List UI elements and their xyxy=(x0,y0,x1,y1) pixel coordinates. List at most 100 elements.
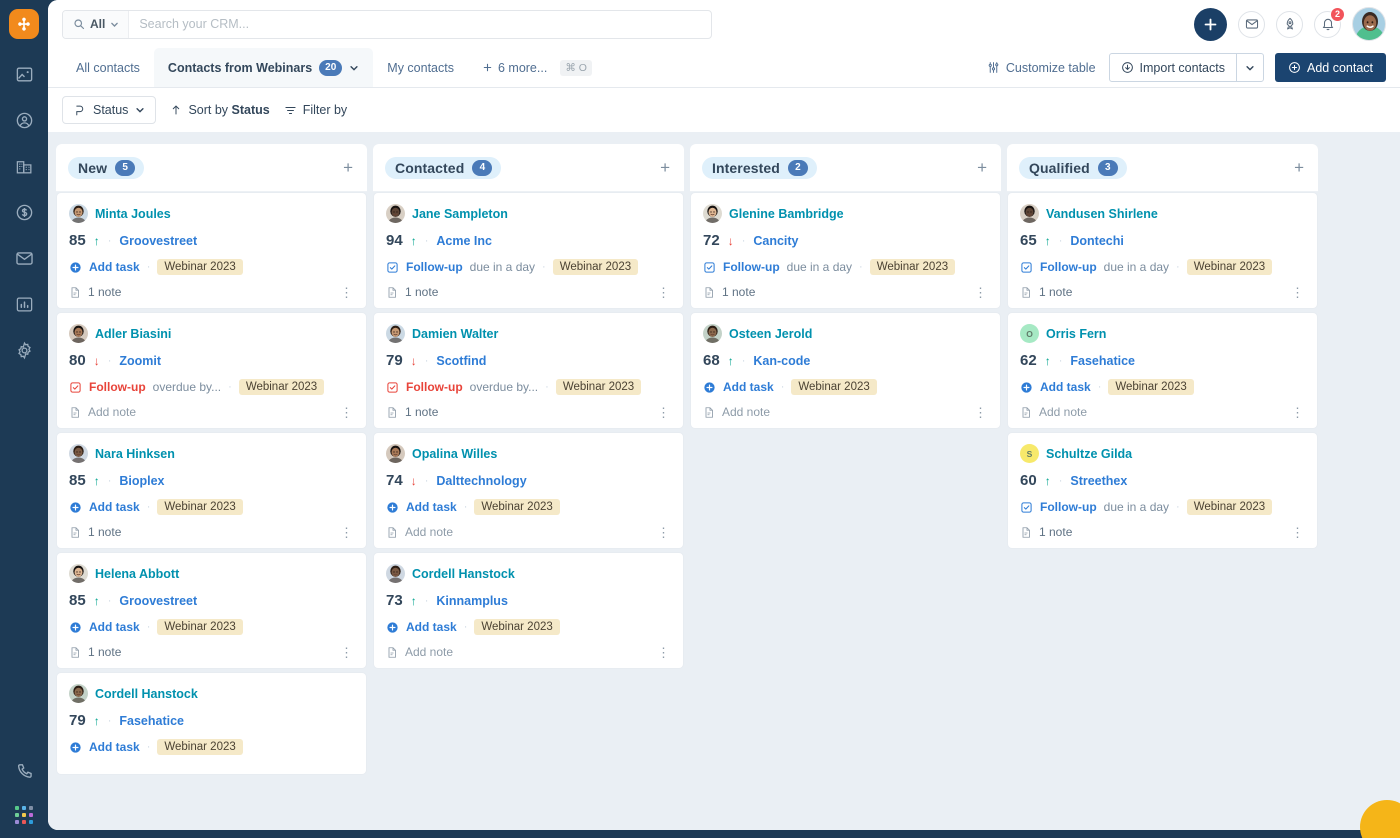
source-tag[interactable]: Webinar 2023 xyxy=(157,259,243,275)
source-tag[interactable]: Webinar 2023 xyxy=(474,499,560,515)
contact-card[interactable]: O Orris Fern 62 ↑ · Fasehatice Add task · Webina… xyxy=(1007,312,1318,429)
note-label[interactable]: 1 note xyxy=(405,405,438,419)
company-name[interactable]: Scotfind xyxy=(436,354,486,368)
card-menu-button[interactable]: ⋮ xyxy=(340,286,354,299)
source-tag[interactable]: Webinar 2023 xyxy=(238,379,325,395)
task-icon[interactable] xyxy=(386,621,399,634)
task-icon[interactable] xyxy=(69,261,82,274)
customize-table-button[interactable]: Customize table xyxy=(985,61,1098,75)
company-name[interactable]: Dalttechnology xyxy=(436,474,526,488)
search-scope-dropdown[interactable]: All xyxy=(63,10,130,38)
column-add-card-button[interactable]: + xyxy=(343,159,353,176)
contact-card[interactable]: Nara Hinksen 85 ↑ · Bioplex Add task · Webinar … xyxy=(56,432,367,549)
card-menu-button[interactable]: ⋮ xyxy=(974,406,988,419)
contact-name[interactable]: Jane Sampleton xyxy=(412,207,508,221)
quick-create-button[interactable] xyxy=(1194,7,1227,41)
card-menu-button[interactable]: ⋮ xyxy=(657,646,671,659)
note-label[interactable]: 1 note xyxy=(88,645,121,659)
contact-card[interactable]: S Schultze Gilda 60 ↑ · Streethex Follow-up due… xyxy=(1007,432,1318,549)
column-add-card-button[interactable]: + xyxy=(660,159,670,176)
contact-name[interactable]: Osteen Jerold xyxy=(729,327,812,341)
task-icon[interactable] xyxy=(69,621,82,634)
contact-name[interactable]: Minta Joules xyxy=(95,207,171,221)
phone-icon[interactable] xyxy=(11,758,37,784)
note-label[interactable]: 1 note xyxy=(405,285,438,299)
source-tag[interactable]: Webinar 2023 xyxy=(552,259,639,275)
task-label[interactable]: Follow-up xyxy=(406,260,463,274)
company-name[interactable]: Streethex xyxy=(1070,474,1127,488)
task-label[interactable]: Add task xyxy=(723,380,774,394)
column-add-card-button[interactable]: + xyxy=(1294,159,1304,176)
source-tag[interactable]: Webinar 2023 xyxy=(1186,499,1273,515)
company-name[interactable]: Acme Inc xyxy=(436,234,492,248)
user-avatar[interactable] xyxy=(1352,7,1386,41)
contact-card[interactable]: Minta Joules 85 ↑ · Groovestreet Add task · Web… xyxy=(56,192,367,309)
contact-card[interactable]: Opalina Willes 74 ↓ · Dalttechnology Add task… xyxy=(373,432,684,549)
company-name[interactable]: Zoomit xyxy=(119,354,161,368)
sidebar-item-deals[interactable] xyxy=(11,199,37,225)
sidebar-item-dashboard[interactable] xyxy=(11,61,37,87)
company-name[interactable]: Groovestreet xyxy=(119,594,197,608)
contact-card[interactable]: Cordell Hanstock 79 ↑ · Fasehatice Add task · W… xyxy=(56,672,367,775)
task-icon[interactable] xyxy=(69,381,82,394)
source-tag[interactable]: Webinar 2023 xyxy=(1108,379,1194,395)
contact-card[interactable]: Osteen Jerold 68 ↑ · Kan-code Add task · Webina… xyxy=(690,312,1001,429)
task-label[interactable]: Add task xyxy=(89,620,140,634)
card-menu-button[interactable]: ⋮ xyxy=(340,646,354,659)
note-label[interactable]: Add note xyxy=(722,405,770,419)
task-label[interactable]: Follow-up xyxy=(723,260,780,274)
note-label[interactable]: 1 note xyxy=(722,285,755,299)
company-name[interactable]: Fasehatice xyxy=(1070,354,1135,368)
sidebar-item-companies[interactable] xyxy=(11,153,37,179)
card-menu-button[interactable]: ⋮ xyxy=(1291,406,1305,419)
source-tag[interactable]: Webinar 2023 xyxy=(157,739,243,755)
source-tag[interactable]: Webinar 2023 xyxy=(869,259,956,275)
card-menu-button[interactable]: ⋮ xyxy=(657,286,671,299)
import-contacts-button[interactable]: Import contacts xyxy=(1110,54,1236,81)
card-menu-button[interactable]: ⋮ xyxy=(657,406,671,419)
card-menu-button[interactable]: ⋮ xyxy=(1291,526,1305,539)
note-label[interactable]: 1 note xyxy=(88,525,121,539)
chevron-down-icon[interactable] xyxy=(349,63,359,73)
task-icon[interactable] xyxy=(703,381,716,394)
card-menu-button[interactable]: ⋮ xyxy=(974,286,988,299)
note-label[interactable]: Add note xyxy=(1039,405,1087,419)
task-icon[interactable] xyxy=(386,381,399,394)
notifications-button[interactable]: 2 xyxy=(1314,6,1345,38)
upgrade-rocket-button[interactable] xyxy=(1276,10,1303,38)
contact-name[interactable]: Opalina Willes xyxy=(412,447,497,461)
task-label[interactable]: Add task xyxy=(89,500,140,514)
note-label[interactable]: Add note xyxy=(405,525,453,539)
task-icon[interactable] xyxy=(1020,261,1033,274)
sidebar-item-reports[interactable] xyxy=(11,291,37,317)
task-icon[interactable] xyxy=(69,741,82,754)
filter-by-button[interactable]: Filter by xyxy=(284,103,347,117)
tab-more-views[interactable]: 6 more... ⌘ O xyxy=(468,48,606,87)
task-label[interactable]: Follow-up xyxy=(1040,500,1097,514)
task-icon[interactable] xyxy=(1020,501,1033,514)
tab-all-contacts[interactable]: All contacts xyxy=(62,48,154,87)
sidebar-item-email[interactable] xyxy=(11,245,37,271)
source-tag[interactable]: Webinar 2023 xyxy=(791,379,877,395)
apps-grid-icon[interactable] xyxy=(15,806,33,824)
status-select[interactable]: Status xyxy=(62,96,157,124)
crm-logo[interactable] xyxy=(9,9,39,39)
source-tag[interactable]: Webinar 2023 xyxy=(474,619,560,635)
contact-name[interactable]: Nara Hinksen xyxy=(95,447,175,461)
contact-card[interactable]: Jane Sampleton 94 ↑ · Acme Inc Follow-up due i… xyxy=(373,192,684,309)
task-icon[interactable] xyxy=(69,501,82,514)
note-label[interactable]: Add note xyxy=(405,645,453,659)
source-tag[interactable]: Webinar 2023 xyxy=(555,379,642,395)
contact-card[interactable]: Cordell Hanstock 73 ↑ · Kinnamplus Add task · W… xyxy=(373,552,684,669)
task-icon[interactable] xyxy=(1020,381,1033,394)
inbox-button[interactable] xyxy=(1238,10,1265,38)
tab-my-contacts[interactable]: My contacts xyxy=(373,48,468,87)
task-label[interactable]: Add task xyxy=(1040,380,1091,394)
contact-card[interactable]: Glenine Bambridge 72 ↓ · Cancity Follow-up due… xyxy=(690,192,1001,309)
company-name[interactable]: Groovestreet xyxy=(119,234,197,248)
contact-name[interactable]: Helena Abbott xyxy=(95,567,179,581)
column-add-card-button[interactable]: + xyxy=(977,159,987,176)
card-menu-button[interactable]: ⋮ xyxy=(340,406,354,419)
source-tag[interactable]: Webinar 2023 xyxy=(157,499,243,515)
contact-card[interactable]: Adler Biasini 80 ↓ · Zoomit Follow-up overdue … xyxy=(56,312,367,429)
